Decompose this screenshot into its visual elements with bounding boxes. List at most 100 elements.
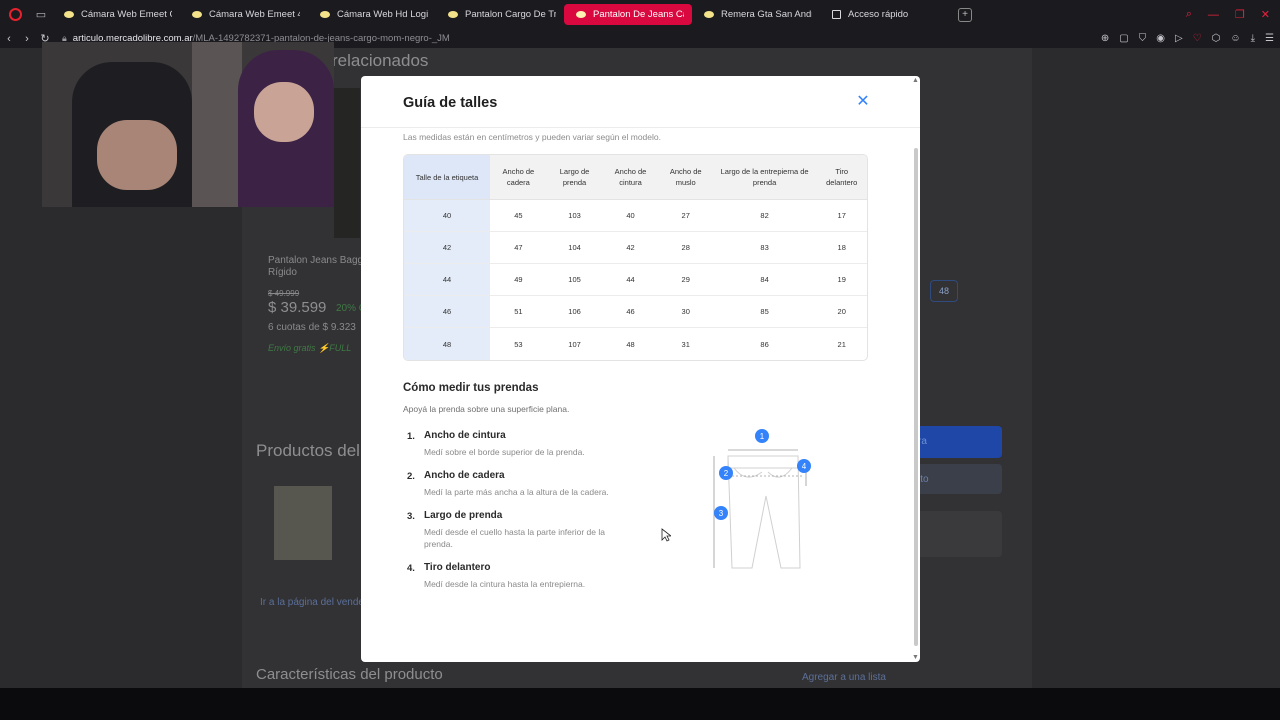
close-window-icon[interactable]: ✕ [1261,8,1270,21]
table-cell: 44 [404,264,490,296]
tab-camara-logitech[interactable]: Cámara Web Hd Logitech [308,4,436,25]
table-cell: 30 [658,296,713,328]
size-option-48[interactable]: 48 [930,280,958,302]
scrollbar-thumb[interactable] [914,148,918,646]
table-cell: 104 [546,232,603,264]
related-heading: relacionados [332,51,429,70]
tab-camara-emeet-c960[interactable]: Cámara Web Emeet C960 [52,4,180,25]
sidebar-toggle-icon[interactable]: ▭ [30,0,52,29]
svg-text:2: 2 [724,469,729,478]
tab-remera-gta[interactable]: Remera Gta San Andreas [692,4,820,25]
measurement-disclaimer: Las medidas están en centímetros y puede… [403,132,661,142]
table-row: 40 45 103 40 27 82 17 [404,200,867,232]
table-cell: 17 [816,200,867,232]
maximize-icon[interactable]: ❐ [1235,8,1245,21]
tab-acceso-rapido[interactable]: Acceso rápido [820,4,948,25]
shield-icon[interactable]: ⛉ [1139,33,1147,44]
list-item: 1. Ancho de cintura Medí sobre el borde … [403,430,633,458]
close-icon[interactable]: ✕ [855,94,871,110]
table-cell: 49 [490,264,547,296]
mouse-cursor-icon [661,528,671,542]
step-number: 4. [407,563,415,574]
step-description: Medí sobre el borde superior de la prend… [424,447,585,457]
table-cell: 29 [658,264,713,296]
webcam-face-2 [254,82,314,142]
pants-diagram: 1 2 3 4 [713,429,811,569]
webcam-background [192,42,242,207]
table-cell: 20 [816,296,867,328]
table-cell: 42 [404,232,490,264]
forward-icon[interactable]: › [18,33,36,45]
heart-icon[interactable]: ♡ [1193,33,1202,44]
table-cell: 18 [816,232,867,264]
marker-2: 2 [719,466,733,480]
favicon-icon [64,11,74,18]
step-name: Ancho de cadera [424,470,505,481]
table-cell: 27 [658,200,713,232]
old-price: $ 49.999 [268,289,300,298]
table-cell: 103 [546,200,603,232]
modal-scrollbar[interactable]: ▲ ▼ [911,76,920,662]
step-description: Medí la parte más ancha a la altura de l… [424,487,609,497]
table-cell: 83 [712,232,817,264]
search-tabs-icon[interactable]: ⌕ [1186,8,1192,21]
related-product-name-2[interactable]: Rígido [268,267,297,278]
camera-icon[interactable]: ◉ [1156,33,1165,44]
table-cell: 106 [546,296,603,328]
scroll-up-icon[interactable]: ▲ [912,77,919,84]
table-cell: 48 [626,339,635,349]
download-icon[interactable]: ⤓ [1251,33,1255,44]
table-cell: 44 [602,264,659,296]
table-cell: 19 [816,264,867,296]
back-icon[interactable]: ‹ [0,33,18,45]
snapshot-icon[interactable]: ▢ [1119,33,1128,44]
related-product-name[interactable]: Pantalon Jeans Baggy [268,255,368,266]
installments: 6 cuotas de $ 9.323 [268,322,356,333]
column-header: Ancho de cintura [602,155,659,200]
webcam-face-1 [97,120,177,190]
pin-icon[interactable]: ⊕ [1101,33,1109,44]
table-cell: 40 [404,200,490,232]
new-tab-button[interactable]: + [958,7,972,22]
table-row: 42 47 104 42 28 83 18 [404,232,867,264]
profile-icon[interactable]: ☺ [1230,33,1240,44]
table-cell: 107 [568,339,581,349]
step-number: 2. [407,471,415,482]
svg-text:3: 3 [719,509,724,518]
table-cell: 21 [837,339,846,349]
window-controls: ⌕ — ❐ ✕ [1186,0,1270,29]
tab-camara-emeet-4k[interactable]: Cámara Web Emeet 4k Sl [180,4,308,25]
favicon-icon [192,11,202,18]
play-icon[interactable]: ▷ [1175,33,1183,44]
viewed-product-photo[interactable] [274,486,332,560]
size-table: Talle de la etiqueta Ancho de cadera Lar… [403,154,868,361]
list-item: 4. Tiro delantero Medí desde la cintura … [403,562,633,590]
menu-icon[interactable]: ☰ [1265,33,1274,44]
wishlist-link[interactable]: Agregar a una lista [802,672,886,683]
modal-title: Guía de talles [403,95,498,111]
column-header: Largo de prenda [546,155,603,200]
table-cell: 53 [514,339,523,349]
table-cell: 46 [602,296,659,328]
step-name: Largo de prenda [424,510,503,521]
tab-pantalon-cargo-trabajo[interactable]: Pantalon Cargo De Traba [436,4,564,25]
column-header: Ancho de cadera [490,155,547,200]
shipping-label: Envío gratis ⚡FULL [268,343,352,353]
tab-pantalon-jeans-cargo[interactable]: Pantalon De Jeans Cargo [564,4,692,25]
marker-1: 1 [755,429,769,443]
browser-window: ▭ Cámara Web Emeet C960 Cámara Web Emeet… [0,0,1280,720]
extensions-icon[interactable]: ⬡ [1212,33,1221,44]
favicon-icon [704,11,714,18]
table-cell: 86 [760,339,769,349]
marker-4: 4 [797,459,811,473]
minimize-icon[interactable]: — [1208,9,1219,21]
table-cell: 47 [490,232,547,264]
tab-bar: ▭ Cámara Web Emeet C960 Cámara Web Emeet… [0,0,1280,29]
product-photo[interactable] [334,88,360,238]
favicon-icon [576,11,586,18]
table-cell: 84 [712,264,817,296]
scroll-down-icon[interactable]: ▼ [912,654,919,661]
opera-logo-icon[interactable] [0,0,30,29]
price: $ 39.599 [268,299,327,316]
step-name: Tiro delantero [424,562,491,573]
